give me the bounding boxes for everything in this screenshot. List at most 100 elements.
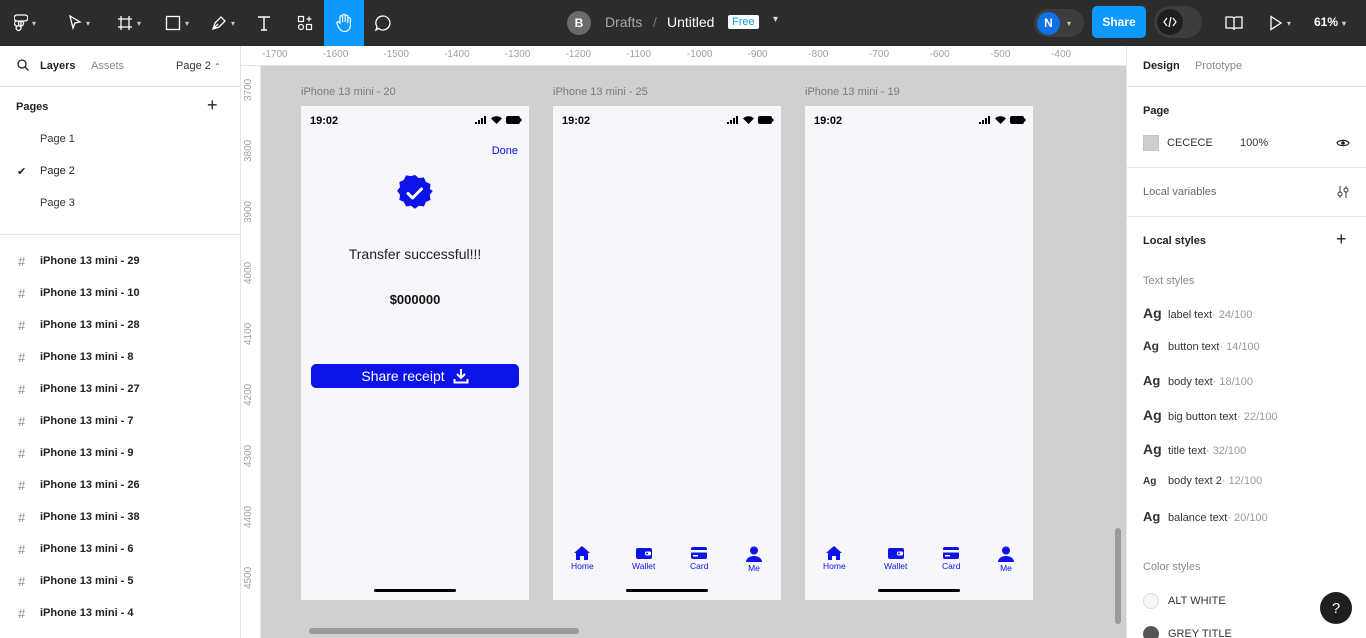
text-style-item[interactable]: Ag body text 2 · 12/100 xyxy=(1143,475,1262,487)
text-style-item[interactable]: Ag title text · 32/100 xyxy=(1143,441,1246,457)
frame-tool[interactable]: ▾ xyxy=(110,0,148,46)
text-style-meta: · 24/100 xyxy=(1212,309,1253,321)
file-location[interactable]: Drafts xyxy=(605,14,642,30)
phone-frame-success[interactable]: 19:02 Done Transfer successful!!! $00000… xyxy=(301,106,529,600)
text-style-item[interactable]: Ag label text · 24/100 xyxy=(1143,305,1252,321)
add-page-icon[interactable]: + xyxy=(207,96,218,114)
tab-wallet[interactable]: Wallet xyxy=(632,546,655,571)
layer-item[interactable]: # iPhone 13 mini - 38 xyxy=(0,501,240,533)
layer-item[interactable]: # iPhone 13 mini - 26 xyxy=(0,469,240,501)
home-icon xyxy=(826,546,843,560)
layer-item[interactable]: # iPhone 13 mini - 6 xyxy=(0,533,240,565)
text-style-item[interactable]: Ag button text · 14/100 xyxy=(1143,339,1260,353)
help-button[interactable]: ? xyxy=(1320,592,1352,624)
move-tool[interactable]: ▾ xyxy=(60,0,98,46)
page-color-value[interactable]: CECECE xyxy=(1167,137,1213,149)
layer-item[interactable]: # iPhone 13 mini - 29 xyxy=(0,245,240,277)
tab-card[interactable]: Card xyxy=(942,546,960,571)
file-menu-chevron-icon[interactable]: ▾ xyxy=(773,14,778,25)
pen-tool[interactable]: ▾ xyxy=(204,0,242,46)
page-item-selected[interactable]: ✔ Page 2 xyxy=(0,155,240,187)
page-opacity[interactable]: 100% xyxy=(1240,137,1268,149)
tab-card[interactable]: Card xyxy=(690,546,708,571)
comment-tool[interactable] xyxy=(370,0,396,46)
color-style-item[interactable]: ALT WHITE xyxy=(1143,593,1226,609)
add-style-icon[interactable]: + xyxy=(1336,230,1347,248)
shape-tool[interactable]: ▾ xyxy=(158,0,196,46)
text-style-name: button text xyxy=(1168,341,1220,353)
frame-label[interactable]: iPhone 13 mini - 19 xyxy=(805,86,900,98)
tab-label: Home xyxy=(571,561,594,571)
page-item[interactable]: Page 3 xyxy=(0,187,240,219)
layer-label: iPhone 13 mini - 9 xyxy=(40,447,134,459)
done-link[interactable]: Done xyxy=(492,145,518,157)
tab-label: Wallet xyxy=(632,561,656,571)
divider xyxy=(0,86,240,87)
layer-item[interactable]: # iPhone 13 mini - 8 xyxy=(0,341,240,373)
horizontal-scrollbar[interactable] xyxy=(309,628,579,634)
chevron-down-icon: ▾ xyxy=(230,18,235,28)
tab-me[interactable]: Me xyxy=(746,546,762,573)
tab-home[interactable]: Home xyxy=(571,546,594,571)
user-avatar-button[interactable]: N ▾ xyxy=(1034,9,1084,37)
share-receipt-button[interactable]: Share receipt xyxy=(311,364,519,388)
frame-label[interactable]: iPhone 13 mini - 25 xyxy=(553,86,648,98)
file-name[interactable]: Untitled xyxy=(667,14,714,30)
tab-wallet[interactable]: Wallet xyxy=(884,546,907,571)
dev-mode-toggle[interactable] xyxy=(1154,6,1202,38)
ruler-tick-label: -1400 xyxy=(444,49,470,60)
tab-label: Card xyxy=(690,561,709,571)
design-canvas[interactable]: -1700 -1600 -1500 -1400 -1300 -1200 -1100 -1000… xyxy=(241,46,1126,638)
phone-frame-empty[interactable]: 19:02 Home Wallet Card Me xyxy=(805,106,1033,600)
tab-layers[interactable]: Layers xyxy=(40,60,75,72)
page-item[interactable]: Page 1 xyxy=(0,123,240,155)
ruler-tick-label: 4200 xyxy=(243,383,254,406)
page-selector[interactable]: Page 2 ⌃ xyxy=(176,60,221,72)
tab-prototype[interactable]: Prototype xyxy=(1195,60,1242,72)
tab-assets[interactable]: Assets xyxy=(91,60,124,72)
layer-label: iPhone 13 mini - 10 xyxy=(40,287,140,299)
home-indicator xyxy=(878,589,960,592)
local-variables-title[interactable]: Local variables xyxy=(1143,186,1216,198)
layer-item[interactable]: # iPhone 13 mini - 9 xyxy=(0,437,240,469)
workspace-avatar[interactable]: B xyxy=(566,0,592,46)
tab-home[interactable]: Home xyxy=(823,546,846,571)
hand-tool[interactable] xyxy=(324,0,364,46)
text-style-item[interactable]: Ag balance text · 20/100 xyxy=(1143,509,1268,524)
user-avatar: N xyxy=(1037,11,1060,35)
present-button[interactable]: ▾ xyxy=(1262,0,1298,46)
zoom-level[interactable]: 61% ▾ xyxy=(1314,15,1346,29)
search-icon[interactable] xyxy=(17,59,29,71)
vertical-scrollbar[interactable] xyxy=(1115,528,1121,624)
variables-icon[interactable] xyxy=(1336,185,1350,199)
eye-icon[interactable] xyxy=(1336,138,1350,148)
hand-icon xyxy=(336,13,351,33)
text-style-meta: · 32/100 xyxy=(1205,445,1247,457)
library-button[interactable] xyxy=(1220,0,1248,46)
text-style-item[interactable]: Ag big button text · 22/100 xyxy=(1143,407,1277,423)
wallet-icon xyxy=(635,548,652,559)
layer-item[interactable]: # iPhone 13 mini - 27 xyxy=(0,373,240,405)
color-style-item[interactable]: GREY TITLE xyxy=(1143,626,1232,638)
main-menu-button[interactable]: ▾ xyxy=(8,0,42,46)
layer-item[interactable]: # iPhone 13 mini - 7 xyxy=(0,405,240,437)
resources-tool[interactable] xyxy=(292,0,318,46)
share-button[interactable]: Share xyxy=(1092,6,1146,38)
chevron-down-icon: ▾ xyxy=(136,18,141,28)
layer-item[interactable]: # iPhone 13 mini - 10 xyxy=(0,277,240,309)
phone-frame-empty[interactable]: 19:02 Home Wallet Card Me xyxy=(553,106,781,600)
page-color-swatch[interactable] xyxy=(1143,135,1159,151)
frame-icon: # xyxy=(18,573,26,589)
frame-label[interactable]: iPhone 13 mini - 20 xyxy=(301,86,396,98)
layer-item[interactable]: # iPhone 13 mini - 28 xyxy=(0,309,240,341)
layer-item[interactable]: # iPhone 13 mini - 5 xyxy=(0,565,240,597)
tab-label: Wallet xyxy=(884,561,908,571)
text-tool[interactable] xyxy=(252,0,276,46)
tab-me[interactable]: Me xyxy=(998,546,1014,573)
frame-icon: # xyxy=(18,541,26,557)
design-panel: Design Prototype Page CECECE 100% Local … xyxy=(1126,46,1366,638)
text-style-item[interactable]: Ag body text · 18/100 xyxy=(1143,373,1253,388)
ruler-tick-label: -800 xyxy=(808,49,829,60)
layer-item[interactable]: # iPhone 13 mini - 4 xyxy=(0,597,240,629)
tab-design[interactable]: Design xyxy=(1143,60,1180,72)
